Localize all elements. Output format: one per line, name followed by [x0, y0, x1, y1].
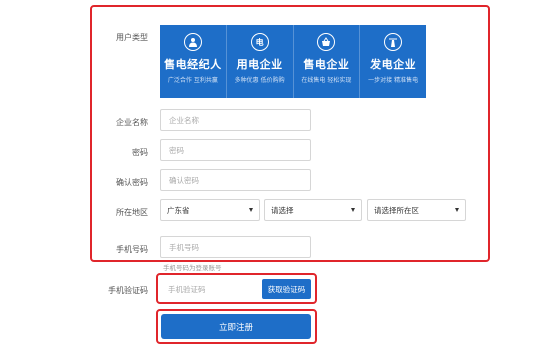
company-input[interactable]: [160, 109, 311, 131]
user-type-generator[interactable]: 发电企业 一步对接 精准售电: [360, 25, 426, 98]
user-type-sub: 一步对接 精准售电: [368, 77, 419, 84]
chevron-down-icon: [249, 208, 253, 212]
user-type-label: 用户类型: [116, 33, 148, 42]
get-code-button[interactable]: 获取验证码: [262, 279, 311, 299]
user-type-title: 售电企业: [303, 58, 350, 71]
user-type-sub: 在线售电 轻松实现: [301, 77, 352, 84]
user-type-consumer[interactable]: 电 用电企业 多种优惠 低价购购: [227, 25, 294, 98]
phone-hint: 手机号码为登录账号: [163, 264, 222, 272]
password-input[interactable]: [160, 139, 311, 161]
city-value: 请选择: [271, 205, 294, 215]
confirm-password-label: 确认密码: [116, 178, 148, 187]
user-type-sub: 广泛合作 互利共赢: [167, 77, 218, 84]
chevron-down-icon: [351, 208, 355, 212]
province-select[interactable]: 广东省: [160, 199, 260, 221]
district-select[interactable]: 请选择所在区: [367, 199, 466, 221]
code-input[interactable]: [160, 278, 260, 300]
user-type-title: 用电企业: [236, 58, 283, 71]
chevron-down-icon: [455, 208, 459, 212]
code-label: 手机验证码: [108, 286, 148, 295]
phone-label: 手机号码: [116, 245, 148, 254]
register-button[interactable]: 立即注册: [161, 314, 311, 339]
agent-icon: [183, 33, 202, 51]
user-type-agent[interactable]: 售电经纪人 广泛合作 互利共赢: [160, 25, 227, 98]
user-type-sub: 多种优惠 低价购购: [234, 77, 285, 84]
company-label: 企业名称: [116, 118, 148, 127]
basket-icon: [317, 33, 336, 51]
plant-icon: [384, 33, 403, 51]
user-type-title: 售电经纪人: [164, 58, 222, 71]
city-select[interactable]: 请选择: [264, 199, 362, 221]
user-type-seller[interactable]: 售电企业 在线售电 轻松实现: [294, 25, 361, 98]
electricity-icon: 电: [250, 33, 269, 51]
phone-input[interactable]: [160, 236, 311, 258]
district-value: 请选择所在区: [374, 205, 419, 215]
province-value: 广东省: [167, 205, 190, 215]
user-type-title: 发电企业: [370, 58, 417, 71]
password-label: 密码: [132, 148, 148, 157]
confirm-password-input[interactable]: [160, 169, 311, 191]
region-label: 所在地区: [116, 208, 148, 217]
user-type-selector: 售电经纪人 广泛合作 互利共赢 电 用电企业 多种优惠 低价购购 售电企业 在线…: [160, 25, 426, 98]
